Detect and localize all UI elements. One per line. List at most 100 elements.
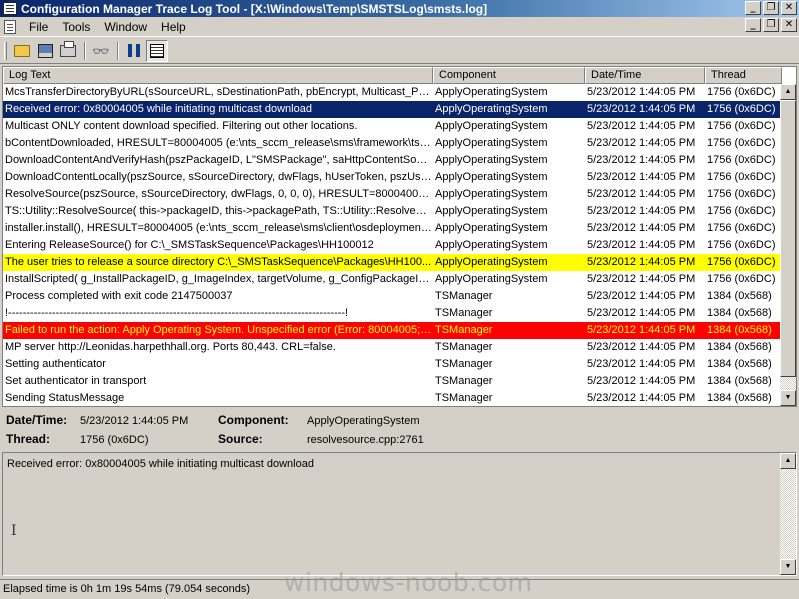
scroll-track[interactable]	[780, 377, 796, 390]
log-row[interactable]: Setting authenticator TSManager 5/23/2012 …	[3, 356, 782, 373]
component-cell: TSManager	[435, 375, 493, 387]
log-row[interactable]: !---------------------------------------…	[3, 305, 782, 322]
find-button[interactable]: 👓	[90, 40, 112, 62]
datetime-cell: 5/23/2012 1:44:05 PM	[587, 341, 696, 353]
log-row[interactable]: TS::Utility::ResolveSource( this->packag…	[3, 203, 782, 220]
log-text-cell: installer.install(), HRESULT=80004005 (e…	[5, 222, 433, 234]
log-row[interactable]: Process completed with exit code 2147500…	[3, 288, 782, 305]
thread-cell: 1756 (0x6DC)	[707, 256, 776, 268]
log-row[interactable]: DownloadContentAndVerifyHash(pszPackageI…	[3, 152, 782, 169]
log-row[interactable]: InstallScripted( g_InstallPackageID, g_I…	[3, 271, 782, 288]
log-row[interactable]: bContentDownloaded, HRESULT=80004005 (e:…	[3, 135, 782, 152]
component-cell: ApplyOperatingSystem	[435, 86, 548, 98]
doc-close-button[interactable]: ✕	[781, 18, 797, 32]
log-row[interactable]: The user tries to release a source direc…	[3, 254, 782, 271]
component-cell: ApplyOperatingSystem	[435, 222, 548, 234]
thread-cell: 1756 (0x6DC)	[707, 103, 776, 115]
thread-value: 1756 (0x6DC)	[80, 434, 149, 446]
document-icon[interactable]	[4, 19, 16, 34]
message-scroll-down-button[interactable]: ▼	[780, 559, 796, 575]
doc-restore-button[interactable]: ❐	[763, 18, 779, 32]
source-value: resolvesource.cpp:2761	[307, 434, 424, 446]
message-scroll-track[interactable]	[780, 469, 796, 559]
log-row[interactable]: Entering ReleaseSource() for C:\_SMSTask…	[3, 237, 782, 254]
scroll-up-button[interactable]: ▲	[780, 84, 796, 100]
log-row[interactable]: ResolveSource(pszSource, sSourceDirector…	[3, 186, 782, 203]
pause-button[interactable]	[123, 40, 145, 62]
log-list-scrollbar[interactable]: ▲ ▼	[780, 84, 796, 406]
detail-panel: Date/Time: 5/23/2012 1:44:05 PM Componen…	[0, 408, 799, 450]
log-text-cell: DownloadContentAndVerifyHash(pszPackageI…	[5, 154, 433, 166]
message-scrollbar[interactable]: ▲ ▼	[780, 453, 796, 575]
datetime-cell: 5/23/2012 1:44:05 PM	[587, 290, 696, 302]
component-cell: TSManager	[435, 324, 493, 336]
thread-cell: 1756 (0x6DC)	[707, 86, 776, 98]
datetime-cell: 5/23/2012 1:44:05 PM	[587, 324, 696, 336]
close-button[interactable]: ✕	[781, 1, 797, 15]
menu-file[interactable]: File	[22, 20, 55, 34]
menu-help[interactable]: Help	[154, 20, 193, 34]
print-button[interactable]	[57, 40, 79, 62]
log-row[interactable]: McsTransferDirectoryByURL(sSourceURL, sD…	[3, 84, 782, 101]
computer-icon	[37, 43, 53, 58]
thread-label: Thread:	[6, 432, 51, 446]
component-cell: TSManager	[435, 358, 493, 370]
log-row[interactable]: Multicast ONLY content download specifie…	[3, 118, 782, 135]
thread-cell: 1756 (0x6DC)	[707, 137, 776, 149]
column-header-thread[interactable]: Thread	[705, 67, 782, 84]
datetime-cell: 5/23/2012 1:44:05 PM	[587, 86, 696, 98]
list-view-button[interactable]	[146, 39, 168, 62]
datetime-label: Date/Time:	[6, 413, 68, 427]
log-list[interactable]: Log Text Component Date/Time Thread McsT…	[2, 66, 797, 407]
doc-minimize-button[interactable]: _	[745, 18, 761, 32]
menu-window[interactable]: Window	[97, 20, 154, 34]
open-button[interactable]	[11, 40, 33, 62]
toolbar-separator	[84, 41, 86, 60]
find-icon: 👓	[92, 42, 110, 59]
log-text-cell: Received error: 0x80004005 while initiat…	[5, 103, 312, 115]
thread-cell: 1384 (0x568)	[707, 341, 772, 353]
document-window-controls: _ ❐ ✕	[745, 18, 797, 32]
component-cell: ApplyOperatingSystem	[435, 154, 548, 166]
thread-cell: 1756 (0x6DC)	[707, 171, 776, 183]
scroll-down-button[interactable]: ▼	[780, 390, 796, 406]
list-view-icon	[150, 43, 164, 58]
log-row[interactable]: DownloadContentLocally(pszSource, sSourc…	[3, 169, 782, 186]
log-text-cell: Sending StatusMessage	[5, 392, 125, 404]
column-header-log-text[interactable]: Log Text	[3, 67, 433, 84]
datetime-value: 5/23/2012 1:44:05 PM	[80, 415, 189, 427]
column-header-component[interactable]: Component	[433, 67, 585, 84]
title-bar: Configuration Manager Trace Log Tool - […	[0, 0, 799, 17]
column-header-datetime[interactable]: Date/Time	[585, 67, 705, 84]
log-text-cell: Process completed with exit code 2147500…	[5, 290, 233, 302]
thread-cell: 1756 (0x6DC)	[707, 239, 776, 251]
open-icon	[14, 44, 30, 57]
open-remote-button[interactable]	[34, 40, 56, 62]
component-cell: TSManager	[435, 392, 493, 404]
datetime-cell: 5/23/2012 1:44:05 PM	[587, 273, 696, 285]
log-text-cell: !---------------------------------------…	[5, 307, 349, 319]
component-cell: TSManager	[435, 341, 493, 353]
scroll-thumb[interactable]	[780, 100, 796, 377]
watermark: windows-noob.com	[284, 568, 533, 597]
log-row[interactable]: Sending StatusMessage TSManager 5/23/2012 …	[3, 390, 782, 406]
thread-cell: 1384 (0x568)	[707, 392, 772, 404]
toolbar-separator	[117, 41, 119, 60]
message-scroll-up-button[interactable]: ▲	[780, 453, 796, 469]
toolbar-grip[interactable]	[4, 41, 7, 60]
log-row[interactable]: Failed to run the action: Apply Operatin…	[3, 322, 782, 339]
thread-cell: 1756 (0x6DC)	[707, 154, 776, 166]
minimize-button[interactable]: _	[745, 1, 761, 15]
log-row[interactable]: Received error: 0x80004005 while initiat…	[3, 101, 782, 118]
log-row[interactable]: MP server http://Leonidas.harpethhall.or…	[3, 339, 782, 356]
log-row[interactable]: Set authenticator in transport TSManager 5…	[3, 373, 782, 390]
menu-tools[interactable]: Tools	[55, 20, 97, 34]
log-row[interactable]: installer.install(), HRESULT=80004005 (e…	[3, 220, 782, 237]
message-text: Received error: 0x80004005 while initiat…	[7, 458, 314, 470]
message-box[interactable]: Received error: 0x80004005 while initiat…	[2, 452, 797, 576]
datetime-cell: 5/23/2012 1:44:05 PM	[587, 154, 696, 166]
restore-button[interactable]: ❐	[763, 1, 779, 15]
datetime-cell: 5/23/2012 1:44:05 PM	[587, 103, 696, 115]
source-label: Source:	[218, 432, 263, 446]
thread-cell: 1756 (0x6DC)	[707, 188, 776, 200]
